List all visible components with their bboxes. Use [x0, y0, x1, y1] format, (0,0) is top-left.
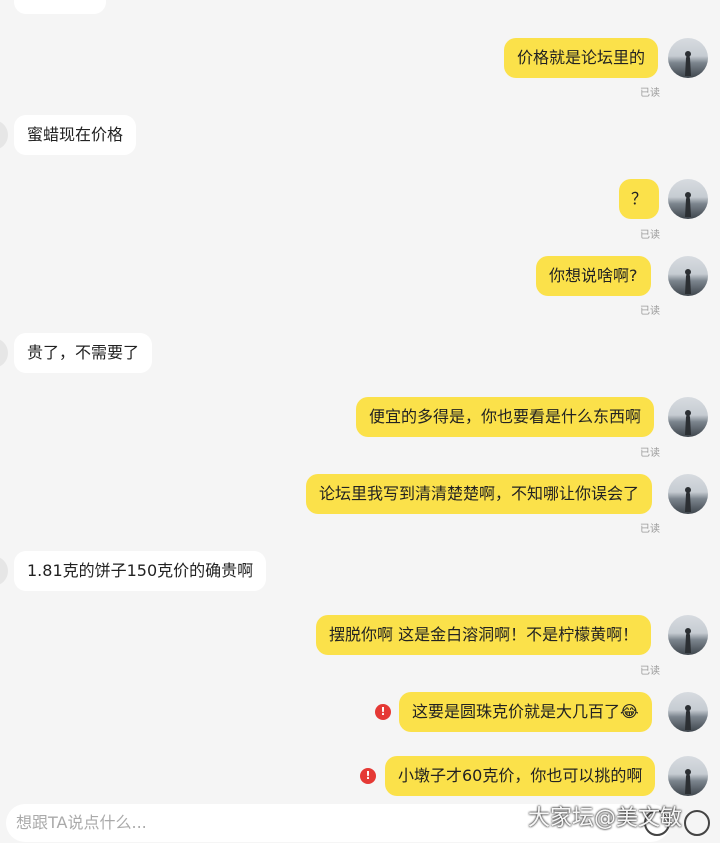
outgoing-message[interactable]: 摆脱你啊 这是金白溶洞啊！不是柠檬黄啊！ — [316, 615, 652, 655]
incoming-message[interactable]: 蜜蜡现在价格 — [14, 115, 137, 155]
message-text: 你想说啥啊? — [549, 266, 638, 285]
read-receipt: 已读 — [640, 306, 660, 317]
message-text: 1.81克的饼子150克价的确贵啊 — [27, 561, 254, 580]
contact-avatar[interactable] — [0, 120, 8, 150]
plus-icon[interactable] — [684, 810, 710, 836]
outgoing-message[interactable]: 便宜的多得是，你也要看是什么东西啊 — [356, 397, 655, 437]
my-avatar[interactable] — [668, 615, 708, 655]
message-text: 摆脱你啊 这是金白溶洞啊！不是柠檬黄啊！ — [329, 625, 639, 644]
my-avatar[interactable] — [668, 756, 708, 796]
my-avatar[interactable] — [668, 474, 708, 514]
read-receipt: 已读 — [640, 88, 660, 99]
message-text: ？ — [630, 189, 647, 208]
incoming-message[interactable]: 1.81克的饼子150克价的确贵啊 — [14, 551, 267, 591]
my-avatar[interactable] — [668, 38, 708, 78]
outgoing-message[interactable]: 小墩子才60克价，你也可以挑的啊 — [385, 756, 656, 796]
chat-screen: 价格就是论坛里的 已读 蜜蜡现在价格 ？ 已读 你想说啥啊? 已读 贵了，不需要… — [0, 0, 720, 843]
message-text: 论坛里我写到清清楚楚啊，不知哪让你误会了 — [319, 484, 640, 503]
read-receipt: 已读 — [640, 666, 660, 677]
message-text: 蜜蜡现在价格 — [27, 125, 124, 144]
outgoing-message[interactable]: 论坛里我写到清清楚楚啊，不知哪让你误会了 — [306, 474, 653, 514]
read-receipt: 已读 — [640, 524, 660, 535]
send-failed-icon[interactable]: ! — [360, 768, 376, 784]
incoming-message[interactable]: 贵了，不需要了 — [14, 333, 153, 373]
outgoing-message[interactable]: 你想说啥啊? — [536, 256, 651, 296]
outgoing-message[interactable]: 这要是圆珠克价就是大几百了😂 — [399, 692, 652, 732]
my-avatar[interactable] — [668, 179, 708, 219]
message-text: 便宜的多得是，你也要看是什么东西啊 — [369, 407, 642, 426]
contact-avatar[interactable] — [0, 556, 8, 586]
my-avatar[interactable] — [668, 256, 708, 296]
watermark: 大家坛@美文敏 — [528, 806, 683, 831]
read-receipt: 已读 — [640, 448, 660, 459]
my-avatar[interactable] — [668, 397, 708, 437]
read-receipt: 已读 — [640, 230, 660, 241]
message-text: 小墩子才60克价，你也可以挑的啊 — [398, 766, 643, 785]
outgoing-message[interactable]: 价格就是论坛里的 — [504, 38, 659, 78]
message-text: 这要是圆珠克价就是大几百了😂 — [412, 702, 639, 721]
previous-message-bubble — [14, 0, 106, 14]
my-avatar[interactable] — [668, 692, 708, 732]
outgoing-message[interactable]: ？ — [619, 179, 659, 219]
send-failed-icon[interactable]: ! — [375, 704, 391, 720]
message-text: 贵了，不需要了 — [27, 343, 140, 362]
message-text: 价格就是论坛里的 — [517, 48, 646, 67]
contact-avatar[interactable] — [0, 338, 8, 368]
